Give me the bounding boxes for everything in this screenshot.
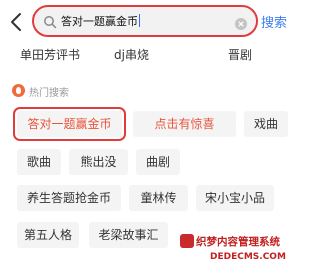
watermark-url: DEDECMS.COM xyxy=(210,252,286,262)
watermark-title: 织梦内容管理系统 xyxy=(196,236,280,248)
suggestion-item[interactable]: 单田芳评书 xyxy=(20,46,80,63)
search-icon xyxy=(43,14,57,29)
text-cursor xyxy=(139,14,140,27)
search-input[interactable]: 答对一题赢金币 xyxy=(32,5,258,37)
hot-tag[interactable]: 养生答题抢金币 xyxy=(17,185,121,211)
hot-tag[interactable]: 熊出没 xyxy=(69,149,128,175)
flame-icon xyxy=(12,84,25,97)
suggestion-bar: 单田芳评书 dj串烧 晋剧 xyxy=(0,40,291,68)
search-header: 答对一题赢金币 搜索 xyxy=(0,0,291,42)
watermark-logo-icon xyxy=(180,234,194,248)
hot-tag[interactable]: 老梁故事汇 xyxy=(89,222,168,248)
hot-tag[interactable]: 曲剧 xyxy=(136,149,180,175)
search-query-text: 答对一题赢金币 xyxy=(61,14,140,28)
hot-search-title: 热门搜索 xyxy=(29,88,69,99)
hot-tag-answer-win-coins[interactable]: 答对一题赢金币 xyxy=(13,107,126,141)
back-arrow-icon[interactable] xyxy=(8,11,26,33)
hot-tag[interactable]: 宋小宝小品 xyxy=(196,185,274,211)
hot-tag[interactable]: 戏曲 xyxy=(244,111,288,137)
hot-tag[interactable]: 歌曲 xyxy=(17,149,61,175)
clear-icon[interactable] xyxy=(235,15,247,30)
suggestion-item[interactable]: 晋剧 xyxy=(228,46,252,63)
hot-tag[interactable]: 童林传 xyxy=(129,185,188,211)
suggestion-item[interactable]: dj串烧 xyxy=(114,46,149,63)
watermark: 织梦内容管理系统 DEDECMS.COM xyxy=(180,232,291,270)
hot-tag[interactable]: 第五人格 xyxy=(17,222,79,248)
search-button[interactable]: 搜索 xyxy=(261,12,287,31)
hot-tag-click-surprise[interactable]: 点击有惊喜 xyxy=(133,111,236,137)
